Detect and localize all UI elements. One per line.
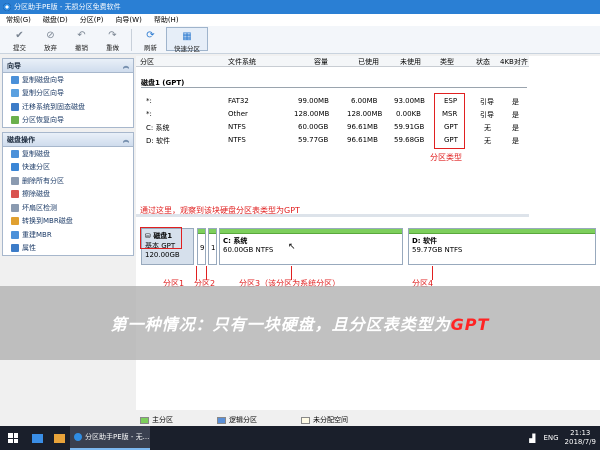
table-row[interactable]: C: 系统 NTFS 60.00GB 96.61MB 59.91GB GPT 无… (136, 121, 529, 134)
taskbar-icon-b[interactable] (48, 426, 70, 450)
sidebar-item-bad-sector-check[interactable]: 坏扇区检测 (3, 201, 133, 215)
table-header: 分区 文件系统 容量 已使用 未使用 类型 状态 4KB对齐 (136, 56, 529, 67)
menu-partition[interactable]: 分区(P) (74, 15, 110, 25)
col-4k-align[interactable]: 4KB对齐 (500, 57, 528, 67)
copy-partition-icon (11, 89, 19, 98)
primary-swatch (140, 416, 149, 424)
table-row[interactable]: *: FAT32 99.00MB 6.00MB 93.00MB ESP 引导 是 (136, 95, 529, 108)
menu-wizard[interactable]: 向导(W) (109, 15, 147, 25)
unallocated-swatch (301, 416, 310, 424)
sidebar-item-migrate-os[interactable]: 迁移系统到固态磁盘 (3, 100, 133, 114)
col-used[interactable]: 已使用 (358, 57, 379, 67)
refresh-button[interactable]: ⟳ 刷新 (135, 26, 166, 53)
legend-bar: 主分区 逻辑分区 未分配空间 (136, 414, 600, 426)
disk-type-highlight-box (140, 227, 182, 249)
system-tray: ▟ ENG 21:13 2018/7/9 (529, 426, 596, 450)
sidebar: 向导 ︽ 复制磁盘向导 复制分区向导 迁移系统到固态磁盘 分区恢复向导 磁盘操作… (2, 58, 134, 288)
app-icon (74, 433, 82, 441)
mouse-cursor-icon: ↖ (288, 242, 296, 252)
toolbar-divider (131, 29, 132, 51)
language-indicator[interactable]: ENG (543, 434, 558, 442)
redo-button[interactable]: ↷ 重做 (97, 26, 128, 53)
toolbar: ✔ 提交 ⊘ 放弃 ↶ 撤销 ↷ 重做 ⟳ 刷新 ▦ 快速分区 (0, 26, 600, 54)
sidebar-item-quick-partition[interactable]: 快速分区 (3, 161, 133, 175)
col-filesystem[interactable]: 文件系统 (228, 57, 256, 67)
quick-partition-button[interactable]: ▦ 快速分区 (166, 27, 208, 53)
disk-ops-panel: 磁盘操作 ︽ 复制磁盘 快速分区 删除所有分区 擦除磁盘 坏扇区检测 转换到MB… (2, 132, 134, 256)
copy-disk-icon (11, 75, 19, 84)
properties-icon (11, 244, 19, 253)
col-status[interactable]: 状态 (476, 57, 490, 67)
annotation-partition-type: 分区类型 (430, 153, 462, 162)
sidebar-item-properties[interactable]: 属性 (3, 242, 133, 256)
undo-icon: ↶ (77, 29, 86, 41)
undo-button[interactable]: ↶ 撤销 (66, 26, 97, 53)
delete-icon (11, 176, 19, 185)
partition-block-1[interactable]: 9 (197, 228, 206, 265)
collapse-chevron-icon[interactable]: ︽ (123, 135, 129, 144)
col-partition[interactable]: 分区 (140, 57, 154, 67)
wipe-icon (11, 190, 19, 199)
col-free[interactable]: 未使用 (400, 57, 421, 67)
discard-button[interactable]: ⊘ 放弃 (35, 26, 66, 53)
quick-partition-icon: ▦ (182, 31, 192, 42)
migrate-icon (11, 102, 19, 111)
disk-map: ⛁ 磁盘1 基本 GPT 120.00GB 9 1 C: 系统 60.00GB … (136, 220, 600, 280)
sidebar-item-wipe-disk[interactable]: 擦除磁盘 (3, 188, 133, 202)
rebuild-icon (11, 230, 19, 239)
recovery-icon (11, 116, 19, 125)
table-row[interactable]: D: 软件 NTFS 59.77GB 96.61MB 59.68GB GPT 无… (136, 134, 529, 147)
table-row[interactable]: *: Other 128.00MB 128.00MB 0.00KB MSR 引导… (136, 108, 529, 121)
start-button[interactable] (0, 426, 26, 450)
menu-disk[interactable]: 磁盘(D) (37, 15, 74, 25)
sidebar-item-partition-recovery[interactable]: 分区恢复向导 (3, 114, 133, 128)
redo-icon: ↷ (108, 29, 117, 41)
caption-text: 第一种情况：只有一块硬盘，且分区表类型为GPT (110, 315, 490, 334)
app-icon (3, 3, 11, 11)
splitter-handle[interactable] (136, 214, 529, 217)
col-type[interactable]: 类型 (440, 57, 454, 67)
partition-block-d[interactable]: D: 软件 59.77GB NTFS (408, 228, 596, 265)
taskbar-app-button[interactable]: 分区助手PE版 - 无... (70, 426, 150, 450)
disk-ops-panel-header[interactable]: 磁盘操作 ︽ (3, 133, 133, 147)
convert-icon (11, 217, 19, 226)
wizard-panel: 向导 ︽ 复制磁盘向导 复制分区向导 迁移系统到固态磁盘 分区恢复向导 (2, 58, 134, 128)
menu-general[interactable]: 常规(G) (0, 15, 37, 25)
title-bar: 分区助手PE版 - 无损分区免费软件 (0, 0, 600, 14)
sidebar-item-copy-partition-wizard[interactable]: 复制分区向导 (3, 87, 133, 101)
taskbar: 分区助手PE版 - 无... ▟ ENG 21:13 2018/7/9 (0, 426, 600, 450)
refresh-icon: ⟳ (146, 29, 155, 41)
menu-help[interactable]: 帮助(H) (148, 15, 185, 25)
window-title: 分区助手PE版 - 无损分区免费软件 (14, 3, 121, 11)
menu-bar: 常规(G) 磁盘(D) 分区(P) 向导(W) 帮助(H) (0, 14, 600, 26)
sidebar-item-convert-mbr[interactable]: 转换到MBR磁盘 (3, 215, 133, 229)
type-highlight-box (434, 93, 465, 149)
caption-overlay: 第一种情况：只有一块硬盘，且分区表类型为GPT (0, 286, 600, 360)
windows-logo-icon (8, 433, 18, 443)
discard-icon: ⊘ (46, 29, 55, 41)
col-capacity[interactable]: 容量 (314, 57, 328, 67)
sidebar-item-copy-disk[interactable]: 复制磁盘 (3, 147, 133, 161)
taskbar-icon-a[interactable] (26, 426, 48, 450)
sidebar-item-delete-all-partitions[interactable]: 删除所有分区 (3, 174, 133, 188)
quick-partition-icon (11, 163, 19, 172)
wizard-panel-header[interactable]: 向导 ︽ (3, 59, 133, 73)
copy-disk-icon (11, 149, 19, 158)
logical-swatch (217, 416, 226, 424)
network-icon[interactable]: ▟ (529, 434, 535, 443)
sidebar-item-rebuild-mbr[interactable]: 重建MBR (3, 228, 133, 242)
divider (141, 87, 527, 88)
commit-button[interactable]: ✔ 提交 (4, 26, 35, 53)
checkmark-icon: ✔ (15, 29, 24, 41)
sector-check-icon (11, 203, 19, 212)
clock[interactable]: 21:13 2018/7/9 (565, 429, 596, 447)
collapse-chevron-icon[interactable]: ︽ (123, 61, 129, 70)
sidebar-item-copy-disk-wizard[interactable]: 复制磁盘向导 (3, 73, 133, 87)
partition-block-c[interactable]: C: 系统 60.00GB NTFS (219, 228, 403, 265)
partition-block-2[interactable]: 1 (208, 228, 217, 265)
